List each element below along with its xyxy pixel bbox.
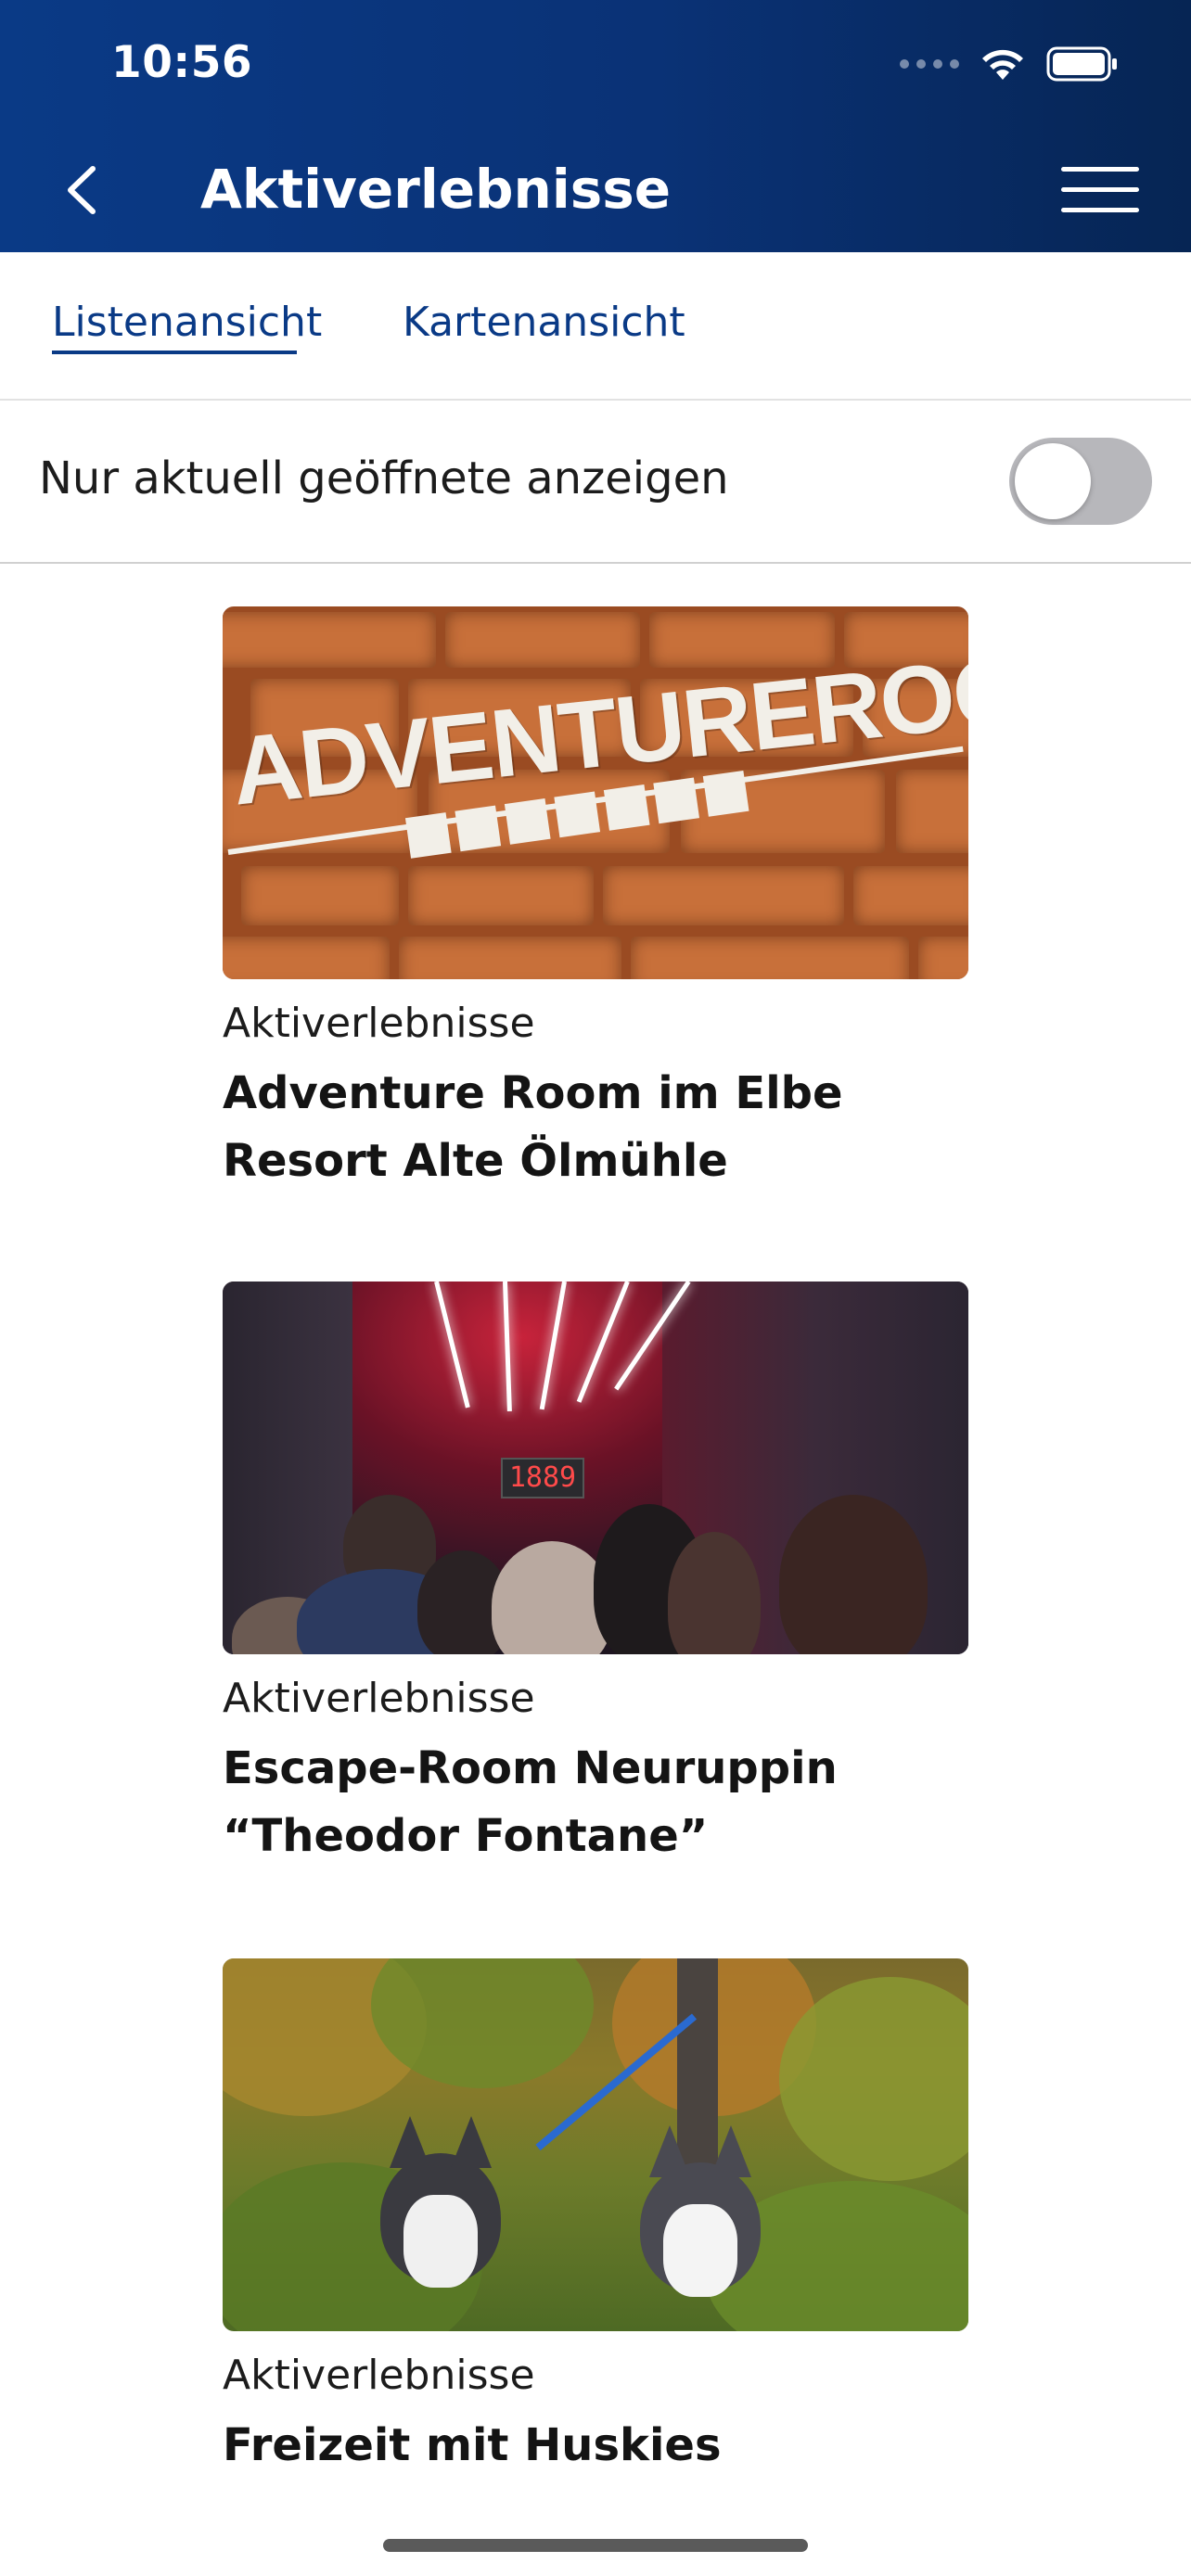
item-category: Aktiverlebnisse [223,2352,535,2399]
view-tabs: Listenansicht Kartenansicht [0,252,1191,401]
tab-list-view[interactable]: Listenansicht [52,299,322,346]
chevron-left-icon [68,166,96,214]
list-item[interactable]: Aktiverlebnisse Freizeit mit Huskies [223,1958,968,2480]
page-title: Aktiverlebnisse [200,158,672,221]
list-item[interactable]: ADVENTUREROOMS Aktiverlebnisse Adventure… [223,606,968,1195]
husky-dog [621,2125,779,2311]
battery-icon [1046,46,1119,82]
hamburger-menu-icon [1061,167,1139,172]
toggle-knob [1015,443,1091,519]
item-category: Aktiverlebnisse [223,1000,535,1047]
item-title[interactable]: Adventure Room im Elbe Resort Alte Ölmüh… [223,1060,968,1195]
tab-map-view[interactable]: Kartenansicht [403,299,685,346]
open-now-filter-label: Nur aktuell geöffnete anzeigen [39,453,729,504]
escape-room-image: 1889 [223,1282,968,1654]
status-time: 10:56 [111,37,253,88]
list-item[interactable]: 1889 Aktiverlebnisse Escape-Room Neurupp… [223,1282,968,1870]
husky-dog [362,2116,519,2302]
item-title[interactable]: Freizeit mit Huskies [223,2412,968,2480]
adventure-room-image: ADVENTUREROOMS [223,606,968,979]
open-now-toggle[interactable] [1009,438,1152,525]
app-header: 10:56 Aktiverlebnisse [0,0,1191,252]
menu-button[interactable] [1061,163,1139,217]
active-tab-indicator [52,351,297,354]
wifi-icon [980,46,1026,82]
home-indicator [383,2539,808,2552]
open-now-filter-row: Nur aktuell geöffnete anzeigen [0,401,1191,564]
countdown-display: 1889 [501,1458,584,1498]
item-category: Aktiverlebnisse [223,1675,535,1722]
cellular-signal-icon [900,59,959,69]
back-button[interactable] [58,158,104,223]
item-title[interactable]: Escape-Room Neuruppin “Theodor Fontane” [223,1735,968,1870]
status-indicators [900,46,1119,82]
huskies-image [223,1958,968,2331]
